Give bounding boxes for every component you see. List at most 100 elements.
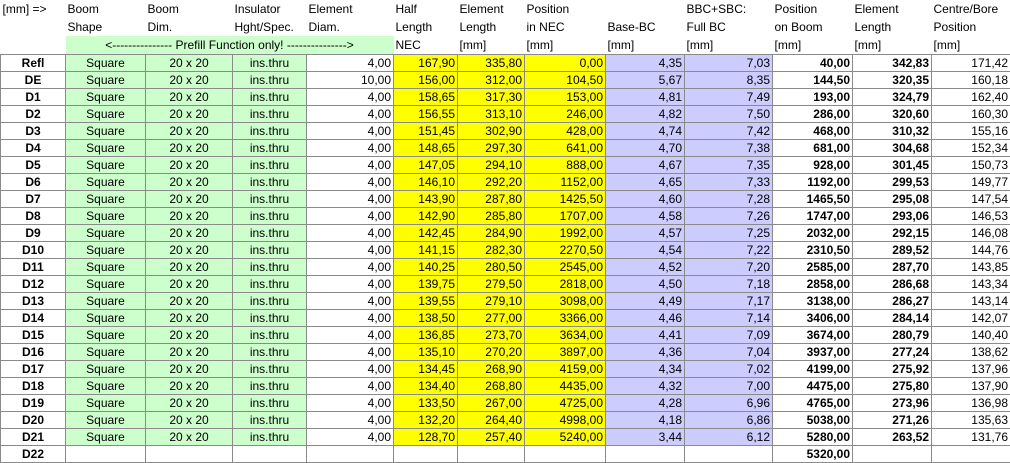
cell-full-bc[interactable]: 7,14 [685, 310, 773, 327]
cell-element-length-nec[interactable]: 267,00 [458, 395, 525, 412]
cell-element-length[interactable]: 289,52 [853, 242, 932, 259]
cell-boom-dim[interactable]: 20 x 20 [146, 140, 233, 157]
cell-position-in-nec[interactable]: 3897,00 [525, 344, 606, 361]
cell-element-diam[interactable]: 4,00 [307, 174, 394, 191]
cell-insulator-spec[interactable]: ins.thru [233, 276, 307, 293]
cell-element-diam[interactable]: 4,00 [307, 225, 394, 242]
cell-boom-dim[interactable]: 20 x 20 [146, 395, 233, 412]
cell-position-in-nec[interactable]: 4159,00 [525, 361, 606, 378]
cell-element-length[interactable]: 286,27 [853, 293, 932, 310]
cell-element-diam[interactable]: 4,00 [307, 157, 394, 174]
cell-base-bc[interactable]: 4,58 [606, 208, 685, 225]
cell-element-name[interactable]: DE [1, 72, 66, 89]
cell-element-name[interactable]: D20 [1, 412, 66, 429]
cell-element-name[interactable]: D9 [1, 225, 66, 242]
cell-position-in-nec[interactable]: 1992,00 [525, 225, 606, 242]
cell-full-bc[interactable]: 7,33 [685, 174, 773, 191]
cell-full-bc[interactable]: 7,50 [685, 106, 773, 123]
cell-centre-bore-position[interactable]: 135,63 [932, 412, 1010, 429]
cell-element-length[interactable]: 263,52 [853, 429, 932, 446]
cell-insulator-spec[interactable]: ins.thru [233, 174, 307, 191]
cell-position-in-nec[interactable]: 246,00 [525, 106, 606, 123]
cell-insulator-spec[interactable]: ins.thru [233, 123, 307, 140]
cell-insulator-spec[interactable]: ins.thru [233, 208, 307, 225]
cell-element-diam[interactable]: 4,00 [307, 293, 394, 310]
cell-position-on-boom[interactable]: 2310,50 [773, 242, 853, 259]
cell-position-in-nec[interactable]: 153,00 [525, 89, 606, 106]
cell-insulator-spec[interactable]: ins.thru [233, 310, 307, 327]
cell-position-in-nec[interactable]: 641,00 [525, 140, 606, 157]
cell-position-on-boom[interactable]: 2585,00 [773, 259, 853, 276]
cell-element-length-nec[interactable]: 313,10 [458, 106, 525, 123]
cell-base-bc[interactable]: 4,67 [606, 157, 685, 174]
cell-base-bc[interactable]: 4,32 [606, 378, 685, 395]
cell-full-bc[interactable]: 7,26 [685, 208, 773, 225]
cell-half-length-nec[interactable]: 142,45 [394, 225, 458, 242]
cell-insulator-spec[interactable]: ins.thru [233, 89, 307, 106]
cell-element-length[interactable]: 277,24 [853, 344, 932, 361]
cell-insulator-spec[interactable]: ins.thru [233, 412, 307, 429]
cell-full-bc[interactable]: 7,18 [685, 276, 773, 293]
cell-boom-shape[interactable]: Square [66, 174, 146, 191]
cell-boom-shape[interactable]: Square [66, 242, 146, 259]
cell-element-diam[interactable]: 4,00 [307, 259, 394, 276]
cell-element-length-nec[interactable]: 297,30 [458, 140, 525, 157]
cell-full-bc[interactable]: 7,49 [685, 89, 773, 106]
cell-element-length[interactable]: 280,79 [853, 327, 932, 344]
cell-element-name[interactable]: D17 [1, 361, 66, 378]
cell-element-diam[interactable]: 4,00 [307, 378, 394, 395]
cell-element-diam[interactable]: 4,00 [307, 89, 394, 106]
cell-element-length[interactable]: 292,15 [853, 225, 932, 242]
cell-boom-shape[interactable]: Square [66, 72, 146, 89]
cell-boom-shape[interactable]: Square [66, 378, 146, 395]
cell-half-length-nec[interactable]: 140,25 [394, 259, 458, 276]
cell-boom-dim[interactable]: 20 x 20 [146, 174, 233, 191]
cell-element-length[interactable]: 299,53 [853, 174, 932, 191]
cell-position-in-nec[interactable]: 104,50 [525, 72, 606, 89]
cell-base-bc[interactable]: 3,44 [606, 429, 685, 446]
cell-position-in-nec[interactable]: 1425,50 [525, 191, 606, 208]
cell-element-length-nec[interactable]: 312,00 [458, 72, 525, 89]
cell-centre-bore-position[interactable]: 150,73 [932, 157, 1010, 174]
cell-half-length-nec[interactable]: 151,45 [394, 123, 458, 140]
cell-position-in-nec[interactable]: 0,00 [525, 55, 606, 72]
cell-insulator-spec[interactable]: ins.thru [233, 293, 307, 310]
cell-element-length[interactable]: 324,79 [853, 89, 932, 106]
cell-element-diam[interactable]: 4,00 [307, 123, 394, 140]
cell-insulator-spec[interactable]: ins.thru [233, 429, 307, 446]
cell-element-diam[interactable]: 4,00 [307, 310, 394, 327]
cell-boom-shape[interactable]: Square [66, 412, 146, 429]
cell-centre-bore-position[interactable]: 143,85 [932, 259, 1010, 276]
cell-half-length-nec[interactable]: 147,05 [394, 157, 458, 174]
cell-element-length[interactable]: 287,70 [853, 259, 932, 276]
cell-position-on-boom[interactable]: 3937,00 [773, 344, 853, 361]
cell-element-name[interactable]: D4 [1, 140, 66, 157]
cell-element-name[interactable]: D11 [1, 259, 66, 276]
cell-position-in-nec[interactable]: 1152,00 [525, 174, 606, 191]
cell-element-length[interactable]: 342,83 [853, 55, 932, 72]
cell-element-name[interactable]: D21 [1, 429, 66, 446]
cell-position-on-boom[interactable]: 5320,00 [773, 446, 853, 463]
cell-full-bc[interactable]: 7,20 [685, 259, 773, 276]
cell-boom-dim[interactable]: 20 x 20 [146, 412, 233, 429]
cell-insulator-spec[interactable]: ins.thru [233, 157, 307, 174]
cell-element-name[interactable]: D10 [1, 242, 66, 259]
cell-element-diam[interactable]: 4,00 [307, 276, 394, 293]
cell-centre-bore-position[interactable]: 131,76 [932, 429, 1010, 446]
cell-element-diam[interactable]: 4,00 [307, 361, 394, 378]
cell-insulator-spec[interactable]: ins.thru [233, 361, 307, 378]
cell-boom-dim[interactable]: 20 x 20 [146, 72, 233, 89]
cell-position-in-nec[interactable] [525, 446, 606, 463]
cell-boom-dim[interactable]: 20 x 20 [146, 259, 233, 276]
cell-half-length-nec[interactable]: 134,40 [394, 378, 458, 395]
cell-centre-bore-position[interactable]: 149,77 [932, 174, 1010, 191]
cell-boom-dim[interactable]: 20 x 20 [146, 327, 233, 344]
cell-boom-dim[interactable]: 20 x 20 [146, 242, 233, 259]
cell-position-on-boom[interactable]: 3674,00 [773, 327, 853, 344]
cell-position-on-boom[interactable]: 4475,00 [773, 378, 853, 395]
cell-base-bc[interactable]: 4,36 [606, 344, 685, 361]
cell-position-in-nec[interactable]: 428,00 [525, 123, 606, 140]
cell-half-length-nec[interactable]: 143,90 [394, 191, 458, 208]
cell-half-length-nec[interactable]: 135,10 [394, 344, 458, 361]
cell-insulator-spec[interactable]: ins.thru [233, 106, 307, 123]
